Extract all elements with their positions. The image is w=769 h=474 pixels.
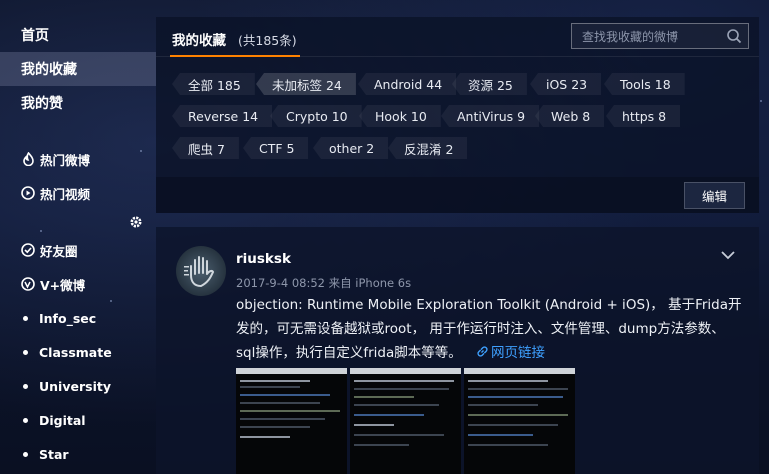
sidebar-item-label: Star xyxy=(39,446,69,462)
web-link-label: 网页链接 xyxy=(491,345,546,361)
sidebar-item-university[interactable]: University xyxy=(0,369,156,403)
tag-https[interactable]: https 8 xyxy=(606,105,681,127)
sidebar-item-vplus[interactable]: V+微博 xyxy=(0,267,156,301)
favorites-tabbar: 我的收藏 (共185条) 查找我收藏的微博 xyxy=(156,17,759,57)
search-icon[interactable] xyxy=(726,28,742,44)
active-tab-underline xyxy=(170,55,300,57)
post-image-thumbnail[interactable] xyxy=(236,368,347,474)
post-card: riusksk 2017-9-4 08:52 来自 iPhone 6s obje… xyxy=(156,227,759,474)
edit-bar: 编辑 xyxy=(156,177,759,213)
avatar[interactable] xyxy=(176,246,226,296)
friends-circle-icon xyxy=(21,243,35,257)
sidebar-item-label: 热门微博 xyxy=(40,152,91,168)
post-meta: 2017-9-4 08:52 来自 iPhone 6s xyxy=(236,276,412,290)
web-link[interactable]: 网页链接 xyxy=(466,345,545,361)
sidebar-item-friends-circle[interactable]: 好友圈 xyxy=(0,233,156,267)
tag-crypto[interactable]: Crypto 10 xyxy=(270,105,362,127)
post-image-thumbnail[interactable] xyxy=(350,368,461,474)
sidebar-item-label: 首页 xyxy=(21,28,49,44)
link-icon xyxy=(477,346,488,357)
tag-antivirus[interactable]: AntiVirus 9 xyxy=(441,105,540,127)
sidebar-item-label: 我的收藏 xyxy=(21,62,77,78)
favorites-search-input[interactable]: 查找我收藏的微博 xyxy=(571,23,749,49)
bullet-dot-icon xyxy=(23,349,28,355)
tag-crawler[interactable]: 爬虫 7 xyxy=(172,137,239,159)
sidebar: 首页 我的收藏 我的赞 热门微博 热门视频 好友圈 V+微博 Info_sec xyxy=(0,0,156,474)
avatar-hand-icon xyxy=(184,256,215,287)
sidebar-item-label: Info_sec xyxy=(39,310,97,326)
sidebar-item-info-sec[interactable]: Info_sec xyxy=(0,301,156,335)
sidebar-item-label: 好友圈 xyxy=(40,243,78,259)
tab-my-favorites[interactable]: 我的收藏 xyxy=(172,29,226,49)
tag-untagged[interactable]: 未加标签 24 xyxy=(256,73,356,95)
post-image-thumbnail[interactable] xyxy=(464,368,575,474)
sidebar-item-hot-video[interactable]: 热门视频 xyxy=(0,176,156,210)
post-username[interactable]: riusksk xyxy=(236,251,291,267)
sidebar-item-label: University xyxy=(39,378,111,394)
chevron-down-icon[interactable] xyxy=(721,245,735,260)
tag-android[interactable]: Android 44 xyxy=(358,73,457,95)
sidebar-item-likes[interactable]: 我的赞 xyxy=(0,86,156,120)
gear-icon[interactable] xyxy=(129,214,143,228)
tag-deobfuscation[interactable]: 反混淆 2 xyxy=(388,137,468,159)
bullet-dot-icon xyxy=(23,417,28,423)
tag-web[interactable]: Web 8 xyxy=(535,105,605,127)
bullet-dot-icon xyxy=(23,451,28,457)
sidebar-item-digital[interactable]: Digital xyxy=(0,403,156,437)
sidebar-item-hot-weibo[interactable]: 热门微博 xyxy=(0,142,156,176)
tag-resources[interactable]: 资源 25 xyxy=(452,73,527,95)
hot-flame-icon xyxy=(21,152,35,166)
post-image-grid xyxy=(236,368,577,474)
favorites-panel: 我的收藏 (共185条) 查找我收藏的微博 全部 185 未加标签 24 And… xyxy=(156,17,759,213)
edit-button[interactable]: 编辑 xyxy=(684,182,745,209)
bullet-dot-icon xyxy=(23,315,28,321)
tag-other[interactable]: other 2 xyxy=(313,137,389,159)
vplus-icon xyxy=(21,277,35,291)
sidebar-item-label: 我的赞 xyxy=(21,96,63,112)
sidebar-item-star[interactable]: Star xyxy=(0,437,156,471)
sidebar-item-label: Digital xyxy=(39,412,86,428)
sidebar-item-label: V+微博 xyxy=(40,277,86,293)
search-placeholder: 查找我收藏的微博 xyxy=(582,29,679,44)
video-play-icon xyxy=(21,186,35,200)
tag-tools[interactable]: Tools 18 xyxy=(604,73,685,95)
tag-hook[interactable]: Hook 10 xyxy=(359,105,441,127)
sidebar-item-label: 热门视频 xyxy=(40,186,91,202)
background-star xyxy=(760,100,762,102)
post-content: objection: Runtime Mobile Exploration To… xyxy=(236,293,744,365)
sidebar-item-home[interactable]: 首页 xyxy=(0,18,156,52)
sidebar-item-classmate[interactable]: Classmate xyxy=(0,335,156,369)
tag-reverse[interactable]: Reverse 14 xyxy=(172,105,273,127)
sidebar-item-favorites[interactable]: 我的收藏 xyxy=(0,52,156,86)
sidebar-item-label: Classmate xyxy=(39,344,112,360)
favorites-count: (共185条) xyxy=(238,33,297,48)
tag-ctf[interactable]: CTF 5 xyxy=(243,137,309,159)
tag-all[interactable]: 全部 185 xyxy=(172,73,255,95)
tag-ios[interactable]: iOS 23 xyxy=(530,73,602,95)
bullet-dot-icon xyxy=(23,383,28,389)
